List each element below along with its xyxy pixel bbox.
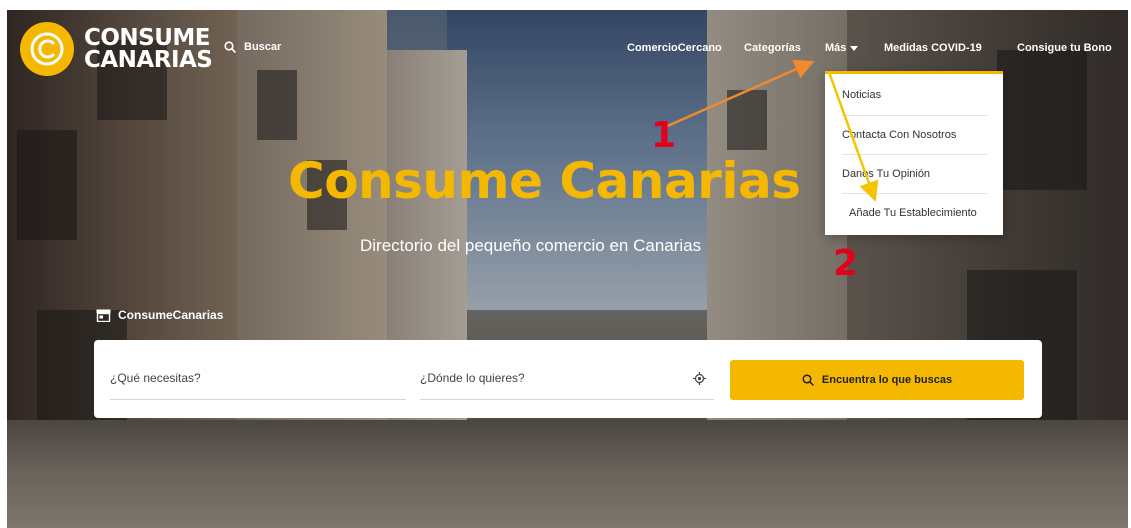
dropdown-item-contacta[interactable]: Contacta Con Nosotros	[825, 116, 1003, 155]
brand-line: ConsumeCanarias	[96, 308, 223, 322]
mas-dropdown-menu: Noticias Contacta Con Nosotros Danos Tu …	[825, 71, 1003, 235]
what-needed-input[interactable]: ¿Qué necesitas?	[110, 360, 406, 400]
header-search-link[interactable]: Buscar	[224, 41, 281, 53]
logo-line-1: CONSUME	[84, 25, 211, 51]
caret-down-icon	[850, 45, 859, 51]
circle-logo-icon	[20, 22, 74, 76]
logo-line-2: CANARIAS	[84, 47, 213, 73]
dropdown-item-noticias[interactable]: Noticias	[825, 76, 1003, 115]
annotation-number-1: 1	[651, 115, 677, 156]
nav-mas-label: Más	[825, 42, 847, 54]
where-input-placeholder: ¿Dónde lo quieres?	[420, 371, 525, 385]
search-submit-button[interactable]: Encuentra lo que buscas	[730, 360, 1024, 400]
nav-categorias[interactable]: Categorías	[744, 42, 801, 54]
hero-subtitle: Directorio del pequeño comercio en Canar…	[360, 236, 702, 255]
search-submit-label: Encuentra lo que buscas	[821, 374, 953, 386]
search-icon	[224, 41, 236, 53]
search-icon	[802, 374, 814, 386]
annotation-number-2: 2	[833, 243, 859, 284]
header-search-label: Buscar	[244, 41, 282, 53]
nav-comercio-cercano[interactable]: ComercioCercano	[627, 42, 722, 54]
hero-title: Consume Canarias	[288, 152, 801, 210]
brand-line-label: ConsumeCanarias	[118, 308, 224, 322]
nav-consigue-bono[interactable]: Consigue tu Bono	[1017, 42, 1112, 54]
where-input[interactable]: ¿Dónde lo quieres?	[420, 360, 714, 400]
geolocation-icon[interactable]	[693, 372, 706, 385]
nav-mas[interactable]: Más	[825, 42, 859, 54]
site-logo[interactable]: CONSUME CANARIAS	[20, 22, 213, 76]
nav-medidas-covid[interactable]: Medidas COVID-19	[884, 42, 982, 54]
logo-wordmark: CONSUME CANARIAS	[84, 25, 213, 73]
search-panel: ¿Qué necesitas? ¿Dónde lo quieres? Encue…	[94, 340, 1042, 418]
dropdown-item-opinion[interactable]: Danos Tu Opinión	[825, 155, 1003, 194]
store-icon	[96, 309, 111, 322]
dropdown-item-anade-establecimiento[interactable]: Añade Tu Establecimiento	[825, 194, 1003, 233]
